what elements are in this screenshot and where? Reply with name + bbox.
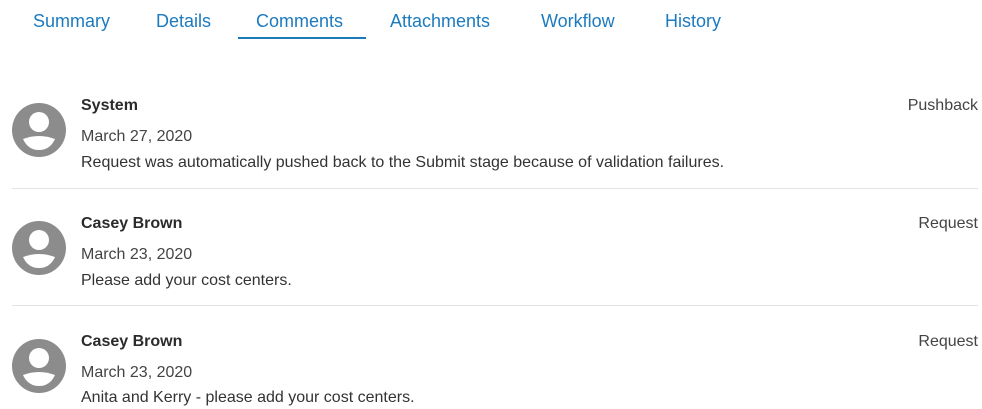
comment-date: March 23, 2020: [81, 246, 193, 263]
comment-type: Pushback: [907, 97, 978, 114]
comment-author: Casey Brown: [81, 333, 183, 350]
comment-date: March 27, 2020: [81, 128, 193, 145]
comment-item: System March 27, 2020 Request was automa…: [12, 96, 978, 186]
tab-summary[interactable]: Summary: [33, 9, 110, 33]
active-tab-indicator: [238, 37, 366, 39]
tab-workflow[interactable]: Workflow: [541, 9, 615, 33]
comment-author: System: [81, 97, 138, 114]
comment-type: Request: [918, 215, 978, 232]
user-avatar-icon: [12, 339, 66, 393]
comment-item: Casey Brown March 23, 2020 Please add yo…: [12, 214, 978, 294]
tab-attachments[interactable]: Attachments: [390, 9, 490, 33]
comment-text: Anita and Kerry - please add your cost c…: [81, 389, 415, 406]
comment-text: Request was automatically pushed back to…: [81, 154, 725, 171]
comment-divider: [12, 305, 978, 306]
comment-type: Request: [918, 333, 978, 350]
comment-divider: [12, 188, 978, 189]
comment-author: Casey Brown: [81, 215, 183, 232]
user-avatar-icon: [12, 103, 66, 157]
tab-bar: Summary Details Comments Attachments Wor…: [0, 0, 982, 42]
comment-date: March 23, 2020: [81, 364, 193, 381]
tab-details[interactable]: Details: [156, 9, 211, 33]
tab-history[interactable]: History: [665, 9, 721, 33]
comment-text: Please add your cost centers.: [81, 272, 292, 289]
user-avatar-icon: [12, 221, 66, 275]
tab-comments[interactable]: Comments: [256, 9, 343, 33]
comment-item: Casey Brown March 23, 2020 Anita and Ker…: [12, 332, 978, 409]
